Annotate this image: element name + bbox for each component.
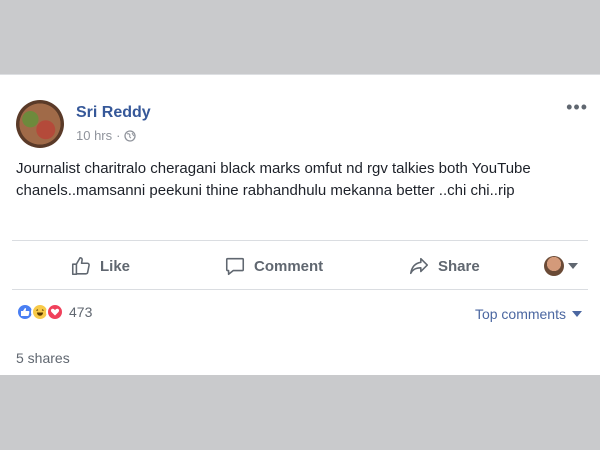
meta-separator: ·: [116, 128, 121, 143]
chevron-down-icon: [572, 311, 582, 317]
share-button[interactable]: Share: [408, 244, 480, 288]
share-count[interactable]: 5 shares: [16, 350, 70, 366]
post-as-selector[interactable]: [544, 256, 578, 276]
comment-label: Comment: [254, 257, 324, 275]
reaction-count: 473: [69, 304, 93, 320]
post-header: Sri Reddy 10 hrs · •••: [16, 98, 588, 148]
thumbs-up-icon: [71, 256, 90, 276]
post-meta: 10 hrs ·: [76, 128, 137, 143]
divider-bottom: [12, 289, 588, 290]
post-text: Journalist charitralo cheragani black ma…: [16, 160, 531, 199]
avatar[interactable]: [16, 100, 64, 148]
comment-icon: [225, 257, 245, 276]
comment-button[interactable]: Comment: [224, 244, 323, 288]
reaction-summary[interactable]: 473: [16, 303, 92, 321]
ellipsis-icon[interactable]: •••: [566, 98, 588, 116]
top-comments-dropdown[interactable]: Top comments: [475, 306, 582, 322]
user-avatar: [544, 256, 564, 276]
top-comments-label: Top comments: [474, 306, 566, 322]
like-button[interactable]: Like: [70, 244, 130, 288]
like-label: Like: [100, 257, 131, 275]
post-time[interactable]: 10 hrs: [76, 128, 112, 143]
globe-icon[interactable]: [124, 129, 137, 142]
chevron-down-icon: [568, 263, 578, 269]
author-name[interactable]: Sri Reddy: [76, 104, 151, 122]
share-icon: [409, 257, 429, 275]
action-bar: Like Comment Share: [12, 244, 588, 288]
love-icon: [46, 303, 64, 321]
divider-top: [12, 240, 588, 241]
share-label: Share: [438, 257, 480, 275]
